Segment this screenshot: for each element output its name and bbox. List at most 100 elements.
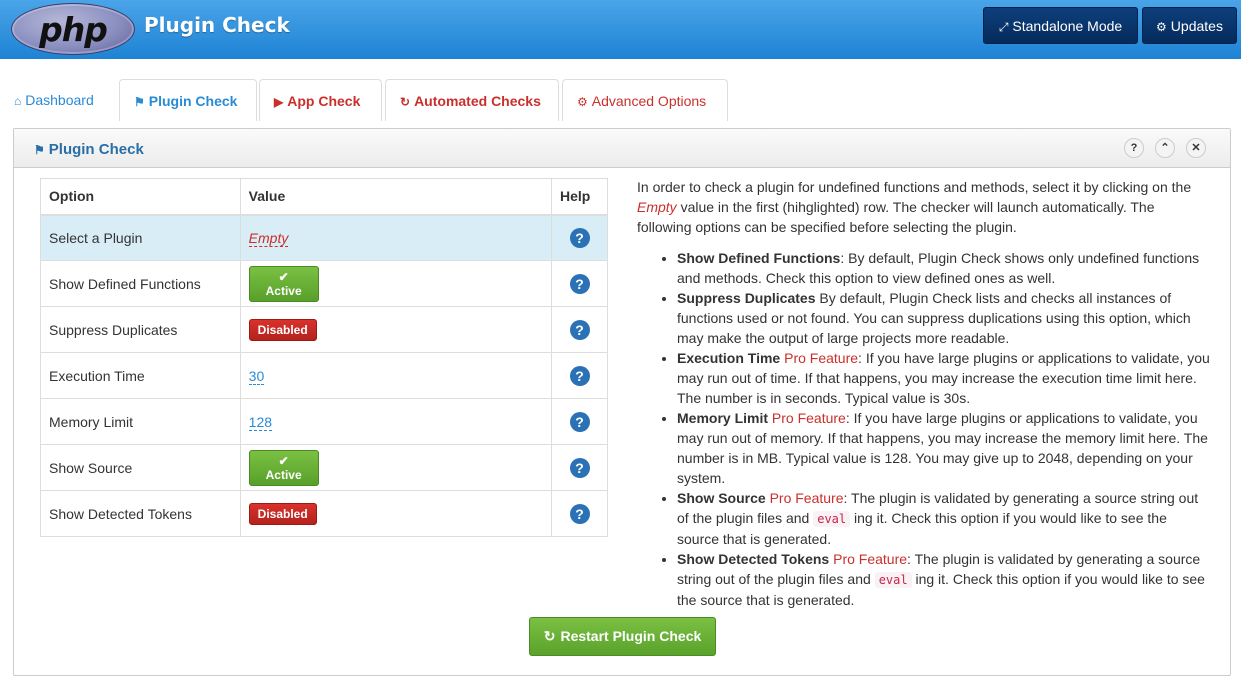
active-toggle[interactable]: ✔ Active <box>248 449 319 486</box>
panel-title-text: Plugin Check <box>48 141 144 158</box>
item-title: Memory Limit <box>677 410 769 426</box>
disabled-toggle[interactable]: Disabled <box>248 318 317 341</box>
help-cell: ? <box>551 352 608 399</box>
list-item: Execution Time Pro Feature: If you have … <box>677 348 1212 408</box>
tab-advanced-options-label: Advanced Options <box>591 93 707 109</box>
check-icon: ✔ <box>278 453 289 468</box>
eval-code: eval <box>874 572 912 588</box>
tab-dashboard-label: Dashboard <box>25 92 94 108</box>
intro-paragraph: In order to check a plugin for undefined… <box>637 177 1212 237</box>
item-title: Show Defined Functions <box>677 250 841 266</box>
tab-plugin-check[interactable]: ⚑ Plugin Check <box>119 79 257 121</box>
help-cell: ? <box>551 306 608 353</box>
item-title: Show Detected Tokens <box>677 551 830 567</box>
option-value-cell: Empty <box>239 214 553 261</box>
column-header-option: Option <box>40 178 241 216</box>
help-cell: ? <box>551 260 608 307</box>
tab-automated-checks[interactable]: ↻ Automated Checks <box>385 79 559 121</box>
toggle-label: Active <box>265 467 302 482</box>
column-header-help: Help <box>551 178 608 216</box>
toggle-label: Active <box>265 283 302 298</box>
options-help-list: Show Defined Functions: By default, Plug… <box>637 248 1212 610</box>
table-row: Show Source ✔ Active ? <box>40 444 608 491</box>
updates-button[interactable]: ⚙ Updates <box>1142 7 1237 44</box>
eval-code: eval <box>813 511 851 527</box>
option-name: Suppress Duplicates <box>40 306 241 353</box>
item-title: Suppress Duplicates <box>677 290 816 306</box>
help-cell: ? <box>551 398 608 445</box>
pro-feature-label: Pro Feature <box>769 490 844 506</box>
refresh-icon: ↻ <box>400 95 411 109</box>
option-name: Memory Limit <box>40 398 241 445</box>
php-logo: php <box>11 3 135 55</box>
help-icon[interactable]: ? <box>569 503 590 524</box>
table-header-row: Option Value Help <box>40 178 608 216</box>
option-name: Select a Plugin <box>40 214 241 261</box>
list-item: Show Defined Functions: By default, Plug… <box>677 248 1212 288</box>
option-value-cell: ✔ Active <box>239 260 553 307</box>
table-row: Suppress Duplicates Disabled ? <box>40 306 608 353</box>
panel-title: ⚑ Plugin Check <box>34 141 144 158</box>
help-icon[interactable]: ? <box>569 457 590 478</box>
panel-close-icon[interactable]: ✕ <box>1186 138 1206 158</box>
table-row: Show Detected Tokens Disabled ? <box>40 490 608 537</box>
app-title: Plugin Check <box>144 13 290 37</box>
memory-limit-value[interactable]: 128 <box>248 413 273 431</box>
restart-plugin-check-button[interactable]: ↻ Restart Plugin Check <box>529 617 716 656</box>
intro-text-1: In order to check a plugin for undefined… <box>637 179 1192 195</box>
restart-label: Restart Plugin Check <box>560 628 702 644</box>
list-item: Show Detected Tokens Pro Feature: The pl… <box>677 549 1212 610</box>
disabled-toggle[interactable]: Disabled <box>248 502 317 525</box>
help-icon[interactable]: ? <box>569 411 590 432</box>
help-icon[interactable]: ? <box>569 319 590 340</box>
tab-dashboard[interactable]: ⌂ Dashboard <box>0 79 117 121</box>
item-title: Show Source <box>677 490 766 506</box>
updates-label: Updates <box>1170 18 1223 34</box>
option-value-cell: 30 <box>239 352 553 399</box>
pro-feature-label: Pro Feature <box>771 410 846 426</box>
option-value-cell: Disabled <box>239 306 553 353</box>
table-row: Show Defined Functions ✔ Active ? <box>40 260 608 307</box>
app-header: php Plugin Check ⤢ Standalone Mode ⚙ Updat… <box>0 0 1241 59</box>
help-icon[interactable]: ? <box>569 273 590 294</box>
flag-icon: ⚑ <box>34 143 45 157</box>
list-item: Memory Limit Pro Feature: If you have la… <box>677 408 1212 488</box>
option-name: Show Source <box>40 444 241 491</box>
gear-icon: ⚙ <box>1156 20 1167 34</box>
tab-advanced-options[interactable]: ⚙ Advanced Options <box>562 79 728 121</box>
standalone-mode-button[interactable]: ⤢ Standalone Mode <box>983 7 1138 44</box>
description-text: In order to check a plugin for undefined… <box>637 177 1212 610</box>
tab-app-check-label: App Check <box>287 93 361 109</box>
refresh-icon: ↻ <box>543 628 556 644</box>
option-name: Show Defined Functions <box>40 260 241 307</box>
execution-time-value[interactable]: 30 <box>248 367 265 385</box>
table-row: Memory Limit 128 ? <box>40 398 608 445</box>
help-icon[interactable]: ? <box>569 227 590 248</box>
option-name: Execution Time <box>40 352 241 399</box>
help-cell: ? <box>551 490 608 537</box>
table-row: Execution Time 30 ? <box>40 352 608 399</box>
list-item: Suppress Duplicates By default, Plugin C… <box>677 288 1212 348</box>
column-header-value: Value <box>239 178 553 216</box>
option-value-cell: 128 <box>239 398 553 445</box>
intro-text-2: value in the first (hihglighted) row. Th… <box>637 199 1155 235</box>
item-title: Execution Time <box>677 350 781 366</box>
home-icon: ⌂ <box>14 94 22 108</box>
panel-help-icon[interactable]: ? <box>1124 138 1144 158</box>
pro-feature-label: Pro Feature <box>833 551 908 567</box>
panel-collapse-icon[interactable]: ⌃ <box>1155 138 1175 158</box>
select-plugin-link[interactable]: Empty <box>248 229 289 247</box>
help-icon[interactable]: ? <box>569 365 590 386</box>
play-icon: ▶ <box>274 95 284 109</box>
flag-icon: ⚑ <box>134 95 145 109</box>
tab-app-check[interactable]: ▶ App Check <box>259 79 382 121</box>
option-value-cell: ✔ Active <box>239 444 553 491</box>
check-icon: ✔ <box>278 269 289 284</box>
expand-icon: ⤢ <box>998 20 1009 34</box>
list-item: Show Source Pro Feature: The plugin is v… <box>677 488 1212 549</box>
active-toggle[interactable]: ✔ Active <box>248 265 319 302</box>
php-logo-text: php <box>39 10 108 49</box>
option-name: Show Detected Tokens <box>40 490 241 537</box>
pro-feature-label: Pro Feature <box>784 350 859 366</box>
panel-header: ⚑ Plugin Check ? ⌃ ✕ <box>14 129 1230 168</box>
